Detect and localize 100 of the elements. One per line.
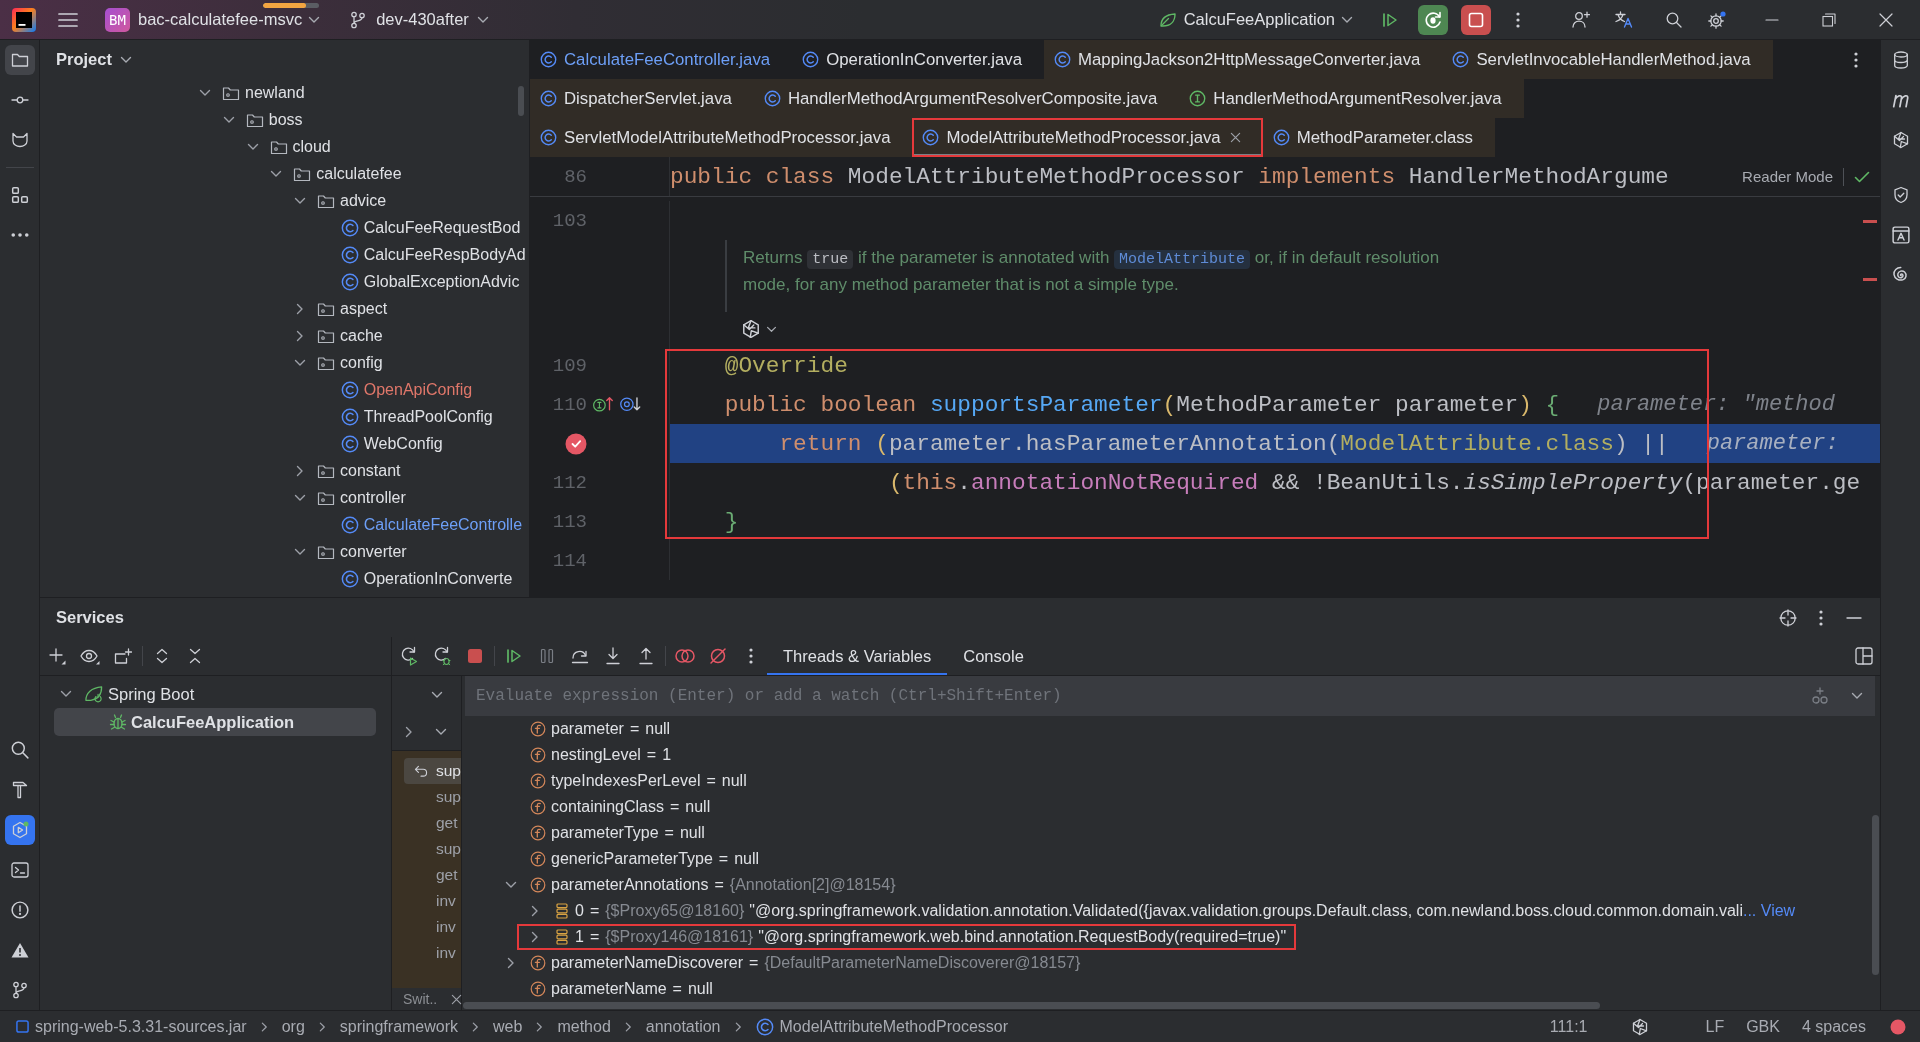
circular-arrow-tile-icon[interactable]: [1418, 4, 1448, 35]
frame-item[interactable]: sup: [404, 836, 461, 862]
tree-item[interactable]: Spring Boot: [54, 680, 376, 708]
shield-check-icon[interactable]: [1891, 186, 1910, 204]
exclamation-circle-icon[interactable]: [10, 901, 29, 919]
more-icon[interactable]: [1818, 609, 1823, 626]
tree-item[interactable]: GlobalExceptionAdvic: [363, 273, 520, 291]
app-logo-icon[interactable]: [12, 7, 36, 32]
chevron-down-icon[interactable]: [294, 359, 306, 367]
scrollbar-thumb[interactable]: [463, 1002, 1600, 1009]
close-icon[interactable]: [451, 993, 463, 1005]
chevron-down-icon[interactable]: [222, 116, 235, 124]
evaluate-expression-bar[interactable]: Evaluate expression (Enter) or add a watch (Ctrl+Shift+Enter): [465, 676, 1875, 716]
editor-tab[interactable]: ServletInvocableHandlerMethod.java: [1442, 40, 1773, 79]
caret-icon[interactable]: [308, 15, 321, 24]
variable-entry[interactable]: 0 = {$Proxy65@18160} "@org.springframework.validation.annotation.Validated({javax.validation.groups.Default.class, com.newland.boss.cloud.common.domain.vali: [575, 902, 1743, 920]
resume-icon[interactable]: [1382, 11, 1398, 28]
panel-title[interactable]: Project: [56, 50, 112, 70]
status-dot-icon[interactable]: [1890, 1018, 1906, 1035]
tree-item[interactable]: aspect: [340, 300, 388, 318]
caret-icon[interactable]: [766, 325, 777, 333]
cat-head-icon[interactable]: [10, 131, 29, 149]
chevron-right-icon[interactable]: [405, 725, 413, 738]
arrow-up-from-line-icon[interactable]: [637, 647, 654, 665]
resume-icon[interactable]: [505, 648, 522, 664]
tree-item[interactable]: converter: [340, 543, 407, 561]
chevron-down-icon[interactable]: [60, 690, 72, 698]
variable-entry[interactable]: typeIndexesPerLevel = null: [551, 772, 747, 790]
chevron-right-icon[interactable]: [507, 957, 515, 969]
chevron-down-icon[interactable]: [199, 89, 211, 97]
more-icon[interactable]: [748, 648, 753, 664]
tree-item[interactable]: config: [340, 354, 383, 372]
hexagon-knot-icon[interactable]: [741, 319, 761, 339]
glasses-plus-icon[interactable]: [1811, 687, 1829, 705]
circular-arrow-play-icon[interactable]: [399, 646, 418, 666]
restore-icon[interactable]: [1821, 12, 1836, 27]
variable-entry[interactable]: parameterNameDiscoverer = {DefaultParameterNameDiscoverer@18157}: [551, 954, 1081, 972]
line-separator[interactable]: LF: [1705, 1017, 1725, 1036]
tree-item[interactable]: CalculateFeeControlle: [363, 516, 523, 534]
close-icon[interactable]: [1229, 132, 1241, 143]
tree-item[interactable]: cache: [340, 327, 383, 345]
breadcrumb[interactable]: spring-web-5.3.31-sources.jar: [35, 1017, 247, 1036]
slashed-circle-icon[interactable]: [708, 647, 727, 665]
variable-entry[interactable]: parameter = null: [551, 720, 671, 738]
database-icon[interactable]: [1891, 51, 1910, 69]
chevron-down-icon[interactable]: [246, 143, 259, 151]
crosshair-icon[interactable]: [1778, 608, 1797, 627]
pause-icon[interactable]: [539, 648, 554, 664]
tree-item[interactable]: calculatefee: [316, 165, 402, 183]
breadcrumb[interactable]: springframework: [339, 1017, 459, 1036]
settings-icon[interactable]: [1708, 10, 1726, 29]
tree-item[interactable]: controller: [340, 489, 406, 507]
reader-mode-button[interactable]: Reader Mode: [1742, 168, 1833, 185]
tree-item[interactable]: CalcuFeeRequestBod: [363, 219, 521, 237]
breadcrumb[interactable]: annotation: [645, 1017, 721, 1036]
hammer-icon[interactable]: [10, 781, 29, 799]
caret-icon[interactable]: [1341, 15, 1353, 24]
variable-entry[interactable]: genericParameterType = null: [551, 850, 760, 868]
eye-icon[interactable]: [79, 647, 100, 665]
evaluate-expression-field[interactable]: Evaluate expression (Enter) or add a watch (Ctrl+Shift+Enter): [476, 684, 1811, 708]
tool-tab[interactable]: Console: [947, 637, 1040, 675]
double-circle-icon[interactable]: [674, 648, 695, 664]
variable-entry[interactable]: containingClass = null: [551, 798, 711, 816]
git-branch-icon[interactable]: [10, 981, 29, 999]
frame-item[interactable]: inv: [404, 914, 461, 940]
folder-icon[interactable]: [4, 45, 35, 75]
tree-item[interactable]: WebConfig: [363, 435, 443, 453]
chevron-down-icon[interactable]: [294, 494, 306, 502]
tree-item[interactable]: advice: [340, 192, 387, 210]
variable-entry[interactable]: nestingLevel = 1: [551, 746, 672, 764]
tree-item[interactable]: CalcuFeeRespBodyAd: [363, 246, 526, 264]
caret-position[interactable]: 111:1: [1549, 1017, 1588, 1036]
terminal-icon[interactable]: [10, 861, 29, 879]
tree-item[interactable]: newland: [245, 84, 305, 102]
tree-item[interactable]: OpenApiConfig: [363, 381, 473, 399]
leaf-icon[interactable]: [1158, 11, 1177, 28]
breadcrumb[interactable]: org: [281, 1017, 305, 1036]
frame-item[interactable]: get: [404, 862, 461, 888]
caret-icon[interactable]: [431, 690, 443, 699]
circled-i-up-arrow-icon[interactable]: [593, 396, 615, 413]
tree-item[interactable]: constant: [340, 462, 401, 480]
variable-entry[interactable]: 1 = {$Proxy146@18161} "@org.springframework.web.bind.annotation.RequestBody(required=true)": [575, 928, 1287, 946]
doc-link[interactable]: ModelAttribute: [1114, 250, 1251, 269]
frame-item[interactable]: get: [404, 810, 461, 836]
arrow-down-to-line-icon[interactable]: [604, 647, 621, 665]
tree-item[interactable]: boss: [268, 111, 303, 129]
person-plus-icon[interactable]: [1572, 11, 1590, 28]
chevron-right-icon[interactable]: [531, 931, 539, 943]
tree-item[interactable]: CalcuFeeApplication: [54, 708, 376, 736]
indent-setting[interactable]: 4 spaces: [1801, 1017, 1866, 1036]
caret-icon[interactable]: [1851, 692, 1863, 700]
search-icon[interactable]: [10, 741, 29, 759]
split-panel-icon[interactable]: [1854, 647, 1873, 665]
git-branch-icon[interactable]: [350, 10, 367, 29]
minimize-icon[interactable]: [1764, 18, 1779, 21]
editor-tab[interactable]: DispatcherServlet.java: [530, 79, 754, 118]
tool-tab[interactable]: Threads & Variables: [767, 637, 948, 675]
frame-item[interactable]: sup: [404, 758, 461, 784]
caret-icon[interactable]: [119, 55, 132, 64]
chevron-down-icon[interactable]: [505, 881, 517, 889]
